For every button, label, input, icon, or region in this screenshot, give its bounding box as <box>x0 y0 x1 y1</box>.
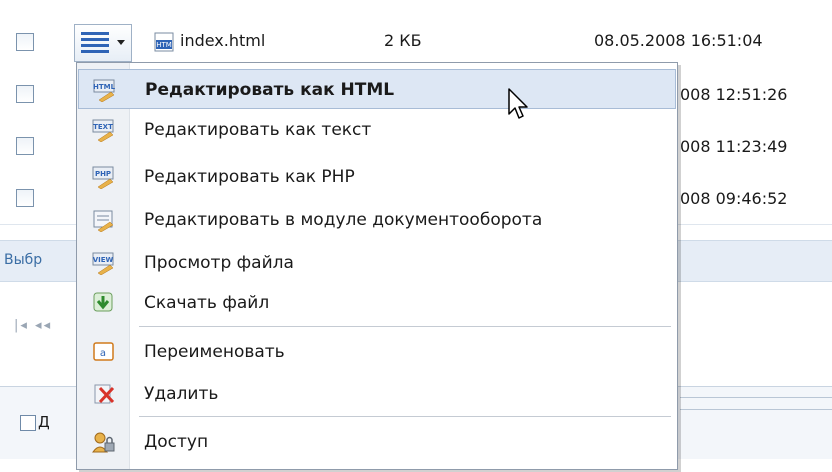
menu-item-label: Переименовать <box>144 342 285 362</box>
chevron-down-icon <box>117 40 125 45</box>
menu-item-view-file[interactable]: VIEW Просмотр файла <box>78 243 676 283</box>
prev-page-icon[interactable]: ◂◂ <box>35 318 52 333</box>
mouse-cursor-icon <box>508 88 532 124</box>
delete-icon <box>92 382 116 406</box>
select-all-checkbox[interactable] <box>20 415 36 431</box>
workflow-icon <box>92 208 116 233</box>
menu-item-edit-html[interactable]: HTML Редактировать как HTML <box>78 69 676 109</box>
svg-text:TEXT: TEXT <box>93 123 113 131</box>
menu-item-label: Скачать файл <box>144 293 270 313</box>
menu-item-edit-workflow[interactable]: Редактировать в модуле документооборота <box>78 200 676 240</box>
rename-icon: a <box>92 340 116 364</box>
svg-text:PHP: PHP <box>95 170 111 178</box>
file-modified: 008 11:23:49 <box>680 137 788 156</box>
selection-link[interactable]: Выбр <box>4 252 42 268</box>
svg-text:HTML: HTML <box>93 83 116 91</box>
menu-item-label: Удалить <box>144 384 219 404</box>
menu-item-download[interactable]: Скачать файл <box>78 283 676 323</box>
menu-item-edit-text[interactable]: TEXT Редактировать как текст <box>78 110 676 150</box>
file-name[interactable]: index.html <box>180 31 265 50</box>
menu-item-delete[interactable]: Удалить <box>78 374 676 414</box>
row-checkbox[interactable] <box>16 189 34 207</box>
view-file-icon: VIEW <box>92 251 116 276</box>
first-page-icon[interactable]: |◂ <box>14 318 29 333</box>
html-file-icon: HTML <box>93 78 117 103</box>
file-modified: 008 09:46:52 <box>680 189 788 208</box>
download-icon <box>92 291 116 315</box>
svg-text:VIEW: VIEW <box>93 256 114 264</box>
row-checkbox[interactable] <box>16 85 34 103</box>
svg-text:HTM: HTM <box>156 41 172 49</box>
file-modified: 008 12:51:26 <box>680 85 788 104</box>
access-icon <box>92 430 116 454</box>
php-file-icon: PHP <box>92 165 116 190</box>
menu-separator <box>139 416 671 417</box>
list-menu-icon <box>81 31 109 55</box>
group-divider <box>680 409 832 410</box>
group-divider <box>680 397 832 398</box>
row-checkbox[interactable] <box>16 33 34 51</box>
menu-item-label: Редактировать как PHP <box>144 167 355 187</box>
menu-item-label: Редактировать в модуле документооборота <box>144 210 543 230</box>
group-label: Д <box>38 413 50 431</box>
file-actions-button[interactable] <box>74 24 132 62</box>
menu-item-edit-php[interactable]: PHP Редактировать как PHP <box>78 157 676 197</box>
menu-item-label: Просмотр файла <box>144 253 294 273</box>
context-menu: HTML Редактировать как HTML TEXT Редакти… <box>76 62 678 470</box>
html-file-icon: HTM <box>154 32 174 52</box>
menu-item-rename[interactable]: a Переименовать <box>78 332 676 372</box>
menu-item-label: Доступ <box>144 432 209 452</box>
row-checkbox[interactable] <box>16 137 34 155</box>
menu-item-label: Редактировать как HTML <box>145 80 395 100</box>
text-file-icon: TEXT <box>92 118 116 143</box>
pager: |◂ ◂◂ <box>14 318 52 333</box>
menu-item-label: Редактировать как текст <box>144 120 372 140</box>
svg-text:a: a <box>100 348 106 359</box>
file-size: 2 КБ <box>384 31 422 50</box>
file-modified: 08.05.2008 16:51:04 <box>594 31 763 50</box>
menu-item-access[interactable]: Доступ <box>78 422 676 462</box>
menu-separator <box>139 326 671 327</box>
